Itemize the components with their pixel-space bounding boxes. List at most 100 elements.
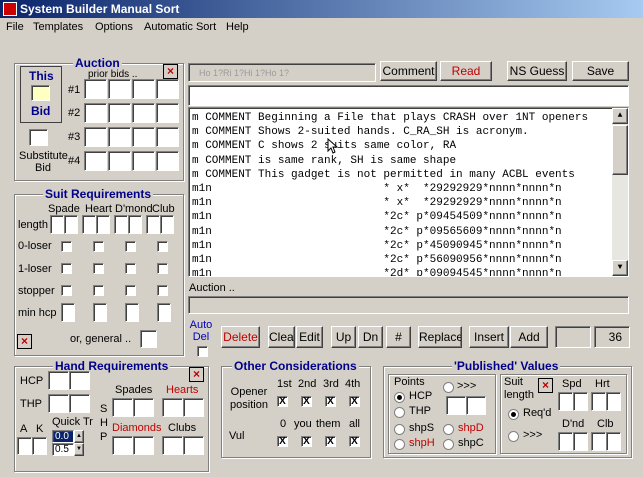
suit-length-min-input[interactable] <box>50 215 64 234</box>
clubs-max-input[interactable] <box>183 436 204 455</box>
qt-up-icon[interactable]: ▲ <box>74 430 84 443</box>
comment-button[interactable]: Comment <box>380 61 437 81</box>
prior-bid-cell[interactable] <box>132 151 155 171</box>
this-bid-input[interactable] <box>31 85 50 101</box>
number-button[interactable]: # <box>386 326 411 348</box>
points-more-radio[interactable] <box>443 382 454 393</box>
one-loser-checkbox[interactable] <box>125 263 136 274</box>
vul-you-checkbox[interactable]: X <box>301 436 312 447</box>
zero-loser-checkbox[interactable] <box>61 241 72 252</box>
min-hcp-input[interactable] <box>61 303 75 322</box>
menu-options[interactable]: Options <box>95 18 133 36</box>
add-button[interactable]: Add <box>510 326 548 348</box>
vul-all-checkbox[interactable]: X <box>349 436 360 447</box>
clear-button[interactable]: Clear <box>268 326 295 348</box>
spd-min-input[interactable] <box>558 392 573 411</box>
hand-req-clear-icon[interactable]: × <box>189 367 204 382</box>
clb-max-input[interactable] <box>606 432 621 451</box>
suit-length-max-input[interactable] <box>96 215 110 234</box>
one-loser-checkbox[interactable] <box>157 263 168 274</box>
prior-bid-cell[interactable] <box>132 79 155 99</box>
pos-3rd-checkbox[interactable]: X <box>325 396 336 407</box>
prior-bid-cell[interactable] <box>108 127 131 147</box>
down-button[interactable]: Dn <box>358 326 383 348</box>
stopper-checkbox[interactable] <box>157 285 168 296</box>
listing-line[interactable]: m1n *2d* p*09094545*nnnn*nnnn*n <box>192 267 612 276</box>
listing-line[interactable]: m1n *2c* p*09565609*nnnn*nnnn*n <box>192 225 612 239</box>
dnd-max-input[interactable] <box>573 432 588 451</box>
ns-guess-button[interactable]: NS Guess <box>507 61 567 81</box>
save-button[interactable]: Save <box>572 61 629 81</box>
replace-button[interactable]: Replace <box>418 326 462 348</box>
prior-bid-cell[interactable] <box>156 127 179 147</box>
vul-0-checkbox[interactable]: X <box>277 436 288 447</box>
edit-line-input[interactable] <box>188 85 629 106</box>
listing-line[interactable]: m COMMENT Beginning a File that plays CR… <box>192 111 612 125</box>
hcp-min-input[interactable] <box>48 371 69 390</box>
prior-bid-cell[interactable] <box>84 79 107 99</box>
kings-input[interactable] <box>32 437 47 455</box>
spades-min-input[interactable] <box>112 398 133 417</box>
diamonds-min-input[interactable] <box>112 436 133 455</box>
listing-line[interactable]: m COMMENT This gadget is not permitted i… <box>192 168 612 182</box>
min-hcp-input[interactable] <box>93 303 107 322</box>
pos-2nd-checkbox[interactable]: X <box>301 396 312 407</box>
listing-scrollbar[interactable]: ▲ ▼ <box>612 108 628 276</box>
hrt-min-input[interactable] <box>591 392 606 411</box>
clb-min-input[interactable] <box>591 432 606 451</box>
hearts-max-input[interactable] <box>183 398 204 417</box>
suit-length-min-input[interactable] <box>114 215 128 234</box>
substitute-bid-input[interactable] <box>29 129 48 146</box>
suit-req-clear-icon[interactable]: × <box>17 334 32 349</box>
pos-1st-checkbox[interactable]: X <box>277 396 288 407</box>
read-button[interactable]: Read <box>440 61 492 81</box>
stopper-checkbox[interactable] <box>125 285 136 296</box>
aces-input[interactable] <box>17 437 32 455</box>
zero-loser-checkbox[interactable] <box>157 241 168 252</box>
insert-button[interactable]: Insert <box>469 326 509 348</box>
prior-bid-cell[interactable] <box>156 151 179 171</box>
suit-length-max-input[interactable] <box>64 215 78 234</box>
listing-box[interactable]: m COMMENT Beginning a File that plays CR… <box>188 107 629 277</box>
listing-line[interactable]: m1n * x* *29292929*nnnn*nnnn*n <box>192 196 612 210</box>
or-general-input[interactable] <box>140 330 157 348</box>
hcp-radio[interactable] <box>394 392 405 403</box>
this-bid-button[interactable]: This Bid <box>20 66 62 123</box>
spades-max-input[interactable] <box>133 398 154 417</box>
quick-tricks-min-value[interactable]: 0.0 <box>52 430 74 443</box>
listing-line[interactable]: m1n *2c* p*56090956*nnnn*nnnn*n <box>192 253 612 267</box>
hcp-max-input[interactable] <box>69 371 90 390</box>
listing-line[interactable]: m COMMENT is same rank, SH is same shape <box>192 154 612 168</box>
spd-max-input[interactable] <box>573 392 588 411</box>
zero-loser-checkbox[interactable] <box>93 241 104 252</box>
listing-line[interactable]: m COMMENT C shows 2 suits same color, RA <box>192 139 612 153</box>
shpc-radio[interactable] <box>443 439 454 450</box>
min-hcp-input[interactable] <box>125 303 139 322</box>
listing-line[interactable]: m1n *2c* p*45090945*nnnn*nnnn*n <box>192 239 612 253</box>
listing-line[interactable]: m COMMENT Shows 2-suited hands. C_RA_SH … <box>192 125 612 139</box>
suit-length-max-input[interactable] <box>128 215 142 234</box>
menu-templates[interactable]: Templates <box>33 18 83 36</box>
min-hcp-input[interactable] <box>157 303 171 322</box>
menu-help[interactable]: Help <box>226 18 249 36</box>
auction-clear-icon[interactable]: × <box>163 64 178 79</box>
prior-bid-cell[interactable] <box>132 103 155 123</box>
suit-more-radio[interactable] <box>508 431 519 442</box>
points-min-input[interactable] <box>446 396 466 415</box>
thp-radio[interactable] <box>394 407 405 418</box>
prior-bid-cell[interactable] <box>132 127 155 147</box>
suit-length-min-input[interactable] <box>146 215 160 234</box>
one-loser-checkbox[interactable] <box>93 263 104 274</box>
edit-button[interactable]: Edit <box>296 326 323 348</box>
up-button[interactable]: Up <box>331 326 356 348</box>
quick-tricks-max-value[interactable]: 0.5 <box>52 443 74 456</box>
prior-bid-cell[interactable] <box>84 151 107 171</box>
listing-line[interactable]: m1n *2c* p*09454509*nnnn*nnnn*n <box>192 210 612 224</box>
scroll-down-icon[interactable]: ▼ <box>612 260 628 276</box>
stopper-checkbox[interactable] <box>61 285 72 296</box>
one-loser-checkbox[interactable] <box>61 263 72 274</box>
points-max-input[interactable] <box>466 396 486 415</box>
prior-bid-cell[interactable] <box>156 79 179 99</box>
prior-bid-cell[interactable] <box>156 103 179 123</box>
prior-bid-cell[interactable] <box>108 151 131 171</box>
